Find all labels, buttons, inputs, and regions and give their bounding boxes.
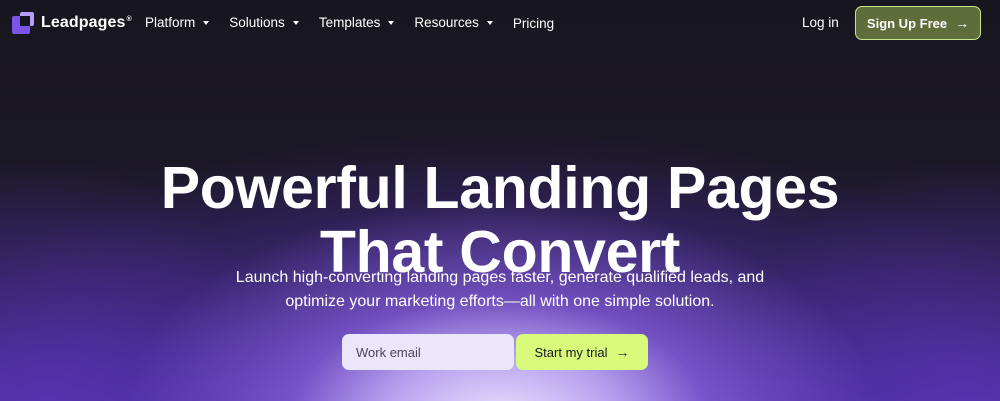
nav-item-templates[interactable]: Templates [319, 14, 395, 31]
start-trial-label: Start my trial [534, 344, 608, 360]
nav-item-label: Solutions [229, 15, 285, 30]
nav-item-resources[interactable]: Resources [414, 14, 493, 31]
trademark-symbol: ® [126, 15, 132, 23]
chevron-down-icon [486, 21, 493, 25]
hero-title: Powerful Landing Pages That Convert [0, 156, 1000, 284]
top-navigation: Leadpages® Platform Solutions Templates … [0, 0, 1000, 46]
chevron-down-icon [203, 21, 210, 25]
hero-subtitle-line-2: optimize your marketing efforts—all with… [285, 293, 715, 310]
nav-item-label: Resources [414, 15, 479, 30]
start-trial-button[interactable]: Start my trial → [516, 334, 648, 370]
logo[interactable]: Leadpages® [12, 12, 132, 34]
nav-item-label: Pricing [512, 16, 555, 31]
arrow-right-icon: → [955, 15, 970, 31]
hero-subtitle-line-1: Launch high-converting landing pages fas… [235, 269, 765, 286]
chevron-down-icon [388, 21, 395, 25]
hero-subtitle: Launch high-converting landing pages fas… [0, 266, 1000, 314]
nav-item-pricing[interactable]: Pricing [513, 16, 554, 31]
sign-up-free-button[interactable]: Sign Up Free → [855, 6, 981, 40]
login-link[interactable]: Log in [802, 15, 839, 30]
nav-item-platform[interactable]: Platform [145, 14, 210, 31]
nav-item-label: Templates [318, 15, 381, 30]
page: Leadpages® Platform Solutions Templates … [0, 0, 1000, 401]
arrow-right-icon: → [615, 344, 630, 360]
nav-item-label: Platform [145, 15, 196, 30]
leadpages-logo-icon [12, 12, 34, 34]
chevron-down-icon [292, 21, 299, 25]
nav-item-solutions[interactable]: Solutions [229, 14, 299, 31]
sign-up-label: Sign Up Free [866, 15, 948, 31]
hero-title-line-1: Powerful Landing Pages [160, 154, 840, 221]
logo-text: Leadpages® [41, 14, 132, 31]
work-email-input[interactable] [342, 334, 514, 370]
main-menu: Platform Solutions Templates Resources P… [145, 14, 574, 31]
trial-signup-form: Start my trial → [342, 334, 648, 370]
